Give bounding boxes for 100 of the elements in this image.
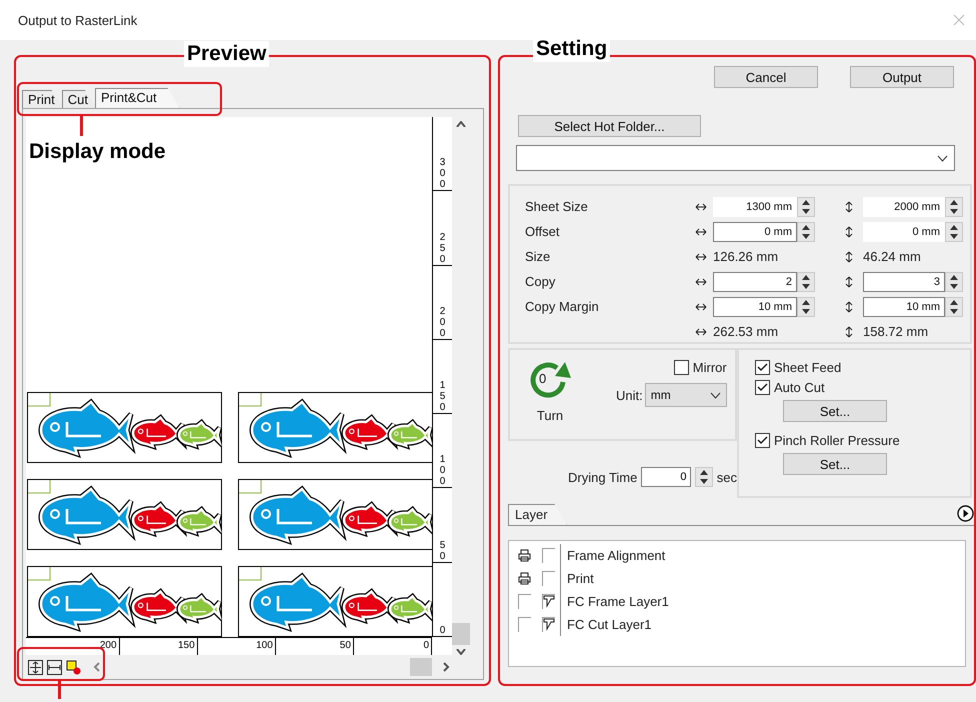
hot-folder-combo[interactable] <box>516 145 955 171</box>
input-field[interactable]: 1300 mm <box>713 196 797 216</box>
checkbox-label: Sheet Feed <box>774 360 842 375</box>
tab[interactable]: Print <box>22 90 64 108</box>
turn-label: Turn <box>536 408 564 423</box>
spin-buttons[interactable] <box>945 272 963 292</box>
size-readout: 46.24 mm <box>863 249 922 264</box>
size-readout: 158.72 mm <box>863 324 930 339</box>
checkbox-label: Mirror <box>692 360 727 375</box>
ruler-label: 0 <box>423 639 430 653</box>
scroll-thumb[interactable] <box>452 623 470 645</box>
spin-buttons[interactable] <box>797 296 815 316</box>
set-button[interactable]: Set... <box>783 453 887 475</box>
ruler-label: 200 <box>100 639 117 653</box>
vertical-arrow-icon <box>845 250 853 262</box>
vertical-arrow-icon <box>845 226 853 238</box>
scroll-down-icon[interactable] <box>456 649 466 655</box>
vertical-arrow-icon <box>845 300 853 312</box>
size-readout: 126.26 mm <box>713 249 780 264</box>
checkbox-label: Pinch Roller Pressure <box>774 433 900 448</box>
chevron-down-icon <box>710 392 721 398</box>
window-title: Output to RasterLink <box>18 12 138 28</box>
printer-icon[interactable] <box>518 572 530 585</box>
input-field[interactable]: 0 mm <box>713 222 797 242</box>
size-readout: 262.53 mm <box>713 324 780 339</box>
tab[interactable]: Cut <box>62 90 97 108</box>
shapes-icon[interactable] <box>66 660 81 674</box>
play-circle-icon[interactable] <box>957 505 974 522</box>
tab[interactable]: Print&Cut <box>94 88 180 108</box>
cutter-icon[interactable] <box>542 617 554 632</box>
ruler-label: 200 <box>438 306 446 339</box>
ruler-label: 50 <box>340 639 351 653</box>
vertical-arrow-icon <box>845 276 853 288</box>
ruler-label: 100 <box>256 639 273 653</box>
scroll-left-icon[interactable] <box>93 662 101 672</box>
input-field[interactable]: 10 mm <box>863 296 945 316</box>
horizontal-arrow-icon <box>695 302 707 310</box>
layer-name[interactable]: Frame Alignment <box>567 548 666 563</box>
horizontal-arrow-icon <box>695 252 707 260</box>
set-button[interactable]: Set... <box>783 400 887 422</box>
spin-buttons[interactable] <box>945 296 963 316</box>
scroll-right-icon[interactable] <box>442 662 450 672</box>
field-label: Offset <box>525 224 560 239</box>
tab[interactable]: Layer <box>508 504 567 525</box>
scroll-thumb[interactable] <box>410 658 432 676</box>
field-label: Drying Time <box>568 470 638 484</box>
empty-toggle-icon[interactable] <box>518 617 530 632</box>
ruler-label: 250 <box>438 232 446 265</box>
input-field[interactable]: 2 <box>713 272 797 292</box>
layer-name[interactable]: FC Frame Layer1 <box>567 594 669 609</box>
scroll-up-icon[interactable] <box>456 121 466 127</box>
select-hot-folder-button[interactable]: Select Hot Folder... <box>518 115 701 137</box>
horizontal-arrow-icon <box>695 278 707 286</box>
field-label: Copy <box>525 274 556 289</box>
checkbox-label: Auto Cut <box>774 380 825 395</box>
annotation-label: Preview <box>184 41 270 67</box>
empty-toggle-icon[interactable] <box>518 594 530 609</box>
spin-buttons[interactable] <box>797 222 815 242</box>
checkbox[interactable] <box>674 360 689 375</box>
layer-name[interactable]: FC Cut Layer1 <box>567 617 652 632</box>
annotation-label: Display mode <box>28 139 167 165</box>
field-label: Sheet Size <box>525 199 589 214</box>
printer-icon[interactable] <box>518 549 530 562</box>
chevron-down-icon <box>937 154 948 162</box>
spin-buttons[interactable] <box>797 272 815 292</box>
input-field[interactable]: 0 mm <box>863 222 945 242</box>
checkbox[interactable] <box>755 380 770 395</box>
checkbox[interactable] <box>755 433 770 448</box>
input-field[interactable]: 2000 mm <box>863 196 945 216</box>
ruler-label: 150 <box>438 380 446 414</box>
rotation-value: 0 <box>539 371 546 387</box>
horizontal-arrow-icon <box>695 228 707 236</box>
ruler-label: 150 <box>178 639 195 653</box>
field-label: Unit: <box>616 388 643 402</box>
input-field[interactable]: 10 mm <box>713 296 797 316</box>
dialog-button[interactable]: Cancel <box>714 66 818 88</box>
cutter-icon[interactable] <box>542 594 554 609</box>
horizontal-arrow-icon <box>695 202 707 210</box>
ruler-label: 300 <box>438 157 446 190</box>
unit-select[interactable]: mm <box>644 383 727 407</box>
spin-buttons[interactable] <box>945 222 963 242</box>
field-label: Size <box>525 249 552 264</box>
empty-toggle-icon[interactable] <box>542 571 554 586</box>
empty-toggle-icon[interactable] <box>542 548 554 563</box>
vertical-arrow-icon <box>845 326 853 338</box>
layer-name[interactable]: Print <box>567 571 594 586</box>
input-field[interactable]: 3 <box>863 272 945 292</box>
unit-label: sec <box>716 470 737 484</box>
spin-buttons[interactable] <box>945 196 963 216</box>
vertical-arrow-icon <box>845 200 853 212</box>
spin-buttons[interactable] <box>797 196 815 216</box>
dialog-button[interactable]: Output <box>850 66 954 88</box>
ruler-label: 0 <box>438 624 446 636</box>
horizontal-arrow-icon <box>695 328 707 336</box>
input-field[interactable]: 0 <box>641 467 692 487</box>
spin-buttons[interactable] <box>695 467 713 487</box>
fit-all-icon[interactable] <box>28 660 43 674</box>
ruler-label: 50 <box>438 540 446 562</box>
fit-width-icon[interactable] <box>47 660 62 674</box>
checkbox[interactable] <box>755 360 770 375</box>
